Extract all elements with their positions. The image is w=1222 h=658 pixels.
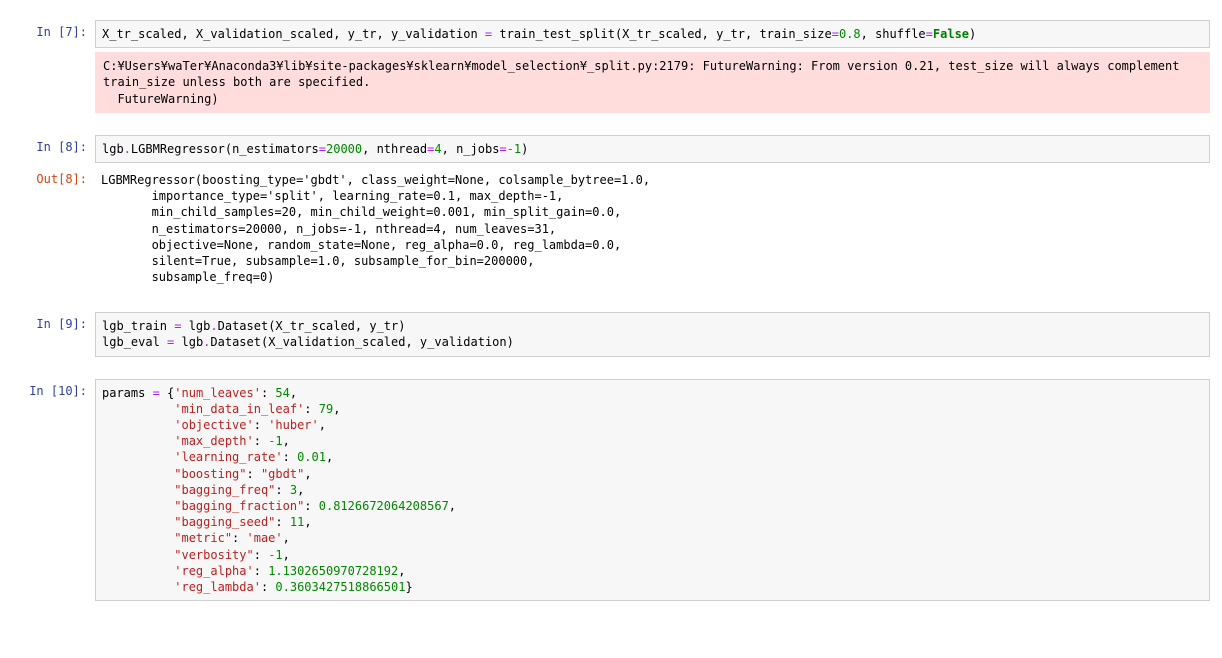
input-prompt: In [10]: [12,379,95,601]
code-token: "bagging_freq" [174,483,275,497]
code-token: lgb [174,335,203,349]
code-token: Dataset(X_tr_scaled, y_tr) [218,319,406,333]
cell-content: lgb.LGBMRegressor(n_estimators=20000, nt… [95,135,1210,163]
code-token: 54 [275,386,289,400]
code-token: 1.1302650970728192 [268,564,398,578]
code-token: 20000 [326,142,362,156]
code-token: "metric" [174,531,232,545]
code-token: X_tr_scaled, X_validation_scaled, y_tr, … [102,27,485,41]
code-token: 0.8126672064208567 [319,499,449,513]
code-token: 3 [290,483,297,497]
text-output: LGBMRegressor(boosting_type='gbdt', clas… [95,167,1210,290]
code-token: = [499,142,506,156]
code-token: 'min_data_in_leaf' [174,402,304,416]
code-token: "gbdt" [261,467,304,481]
input-prompt: In [8]: [12,135,95,163]
code-token: . [210,319,217,333]
empty-prompt [12,52,95,113]
input-prompt: In [7]: [12,20,95,48]
cell-8-output: Out[8]: LGBMRegressor(boosting_type='gbd… [0,167,1222,290]
code-token: 11 [290,515,304,529]
code-token: train_test_split(X_tr_scaled, y_tr, trai… [492,27,832,41]
code-token: 'objective' [174,418,253,432]
code-token: ) [969,27,976,41]
code-input[interactable]: lgb.LGBMRegressor(n_estimators=20000, nt… [95,135,1210,163]
code-token: 0.3603427518866501 [275,580,405,594]
cell-8: In [8]: lgb.LGBMRegressor(n_estimators=2… [0,135,1222,163]
code-input[interactable]: X_tr_scaled, X_validation_scaled, y_tr, … [95,20,1210,48]
code-token: "boosting" [174,467,246,481]
input-prompt: In [9]: [12,312,95,356]
code-token: - [507,142,514,156]
code-token: 'reg_alpha' [174,564,253,578]
code-token: 'max_depth' [174,434,253,448]
cell-content: lgb_train = lgb.Dataset(X_tr_scaled, y_t… [95,312,1210,356]
code-input[interactable]: lgb_train = lgb.Dataset(X_tr_scaled, y_t… [95,312,1210,356]
code-token: 1 [275,548,282,562]
code-token: , nthread [362,142,427,156]
code-token: } [405,580,412,594]
cell-9: In [9]: lgb_train = lgb.Dataset(X_tr_sca… [0,312,1222,356]
code-token: { [160,386,174,400]
code-token: 0.01 [297,450,326,464]
code-token: params [102,386,153,400]
code-token: = [319,142,326,156]
code-input[interactable]: params = {'num_leaves': 54, 'min_data_in… [95,379,1210,601]
cell-content: C:¥Users¥waTer¥Anaconda3¥lib¥site-packag… [95,52,1210,113]
code-token: , shuffle [861,27,926,41]
code-token: Dataset(X_validation_scaled, y_validatio… [210,335,513,349]
code-token: 'huber' [268,418,319,432]
code-token: , n_jobs [442,142,500,156]
code-token: "bagging_fraction" [174,499,304,513]
code-token: = [153,386,160,400]
cell-content: X_tr_scaled, X_validation_scaled, y_tr, … [95,20,1210,48]
code-token: LGBMRegressor(n_estimators [131,142,319,156]
code-token: . [124,142,131,156]
cell-10: In [10]: params = {'num_leaves': 54, 'mi… [0,379,1222,601]
code-token: "verbosity" [174,548,253,562]
code-token: ) [521,142,528,156]
code-token: 79 [319,402,333,416]
cell-content: params = {'num_leaves': 54, 'min_data_in… [95,379,1210,601]
code-token: = [832,27,839,41]
code-token: 0.8 [839,27,861,41]
code-token: 'learning_rate' [174,450,282,464]
code-token: 'mae' [247,531,283,545]
code-token: lgb_train [102,319,174,333]
code-token: lgb [181,319,210,333]
code-token: 'num_leaves' [174,386,261,400]
code-token: "bagging_seed" [174,515,275,529]
cell-7: In [7]: X_tr_scaled, X_validation_scaled… [0,20,1222,48]
code-token: = [926,27,933,41]
code-token: 4 [434,142,441,156]
warning-output: C:¥Users¥waTer¥Anaconda3¥lib¥site-packag… [95,52,1210,113]
output-prompt: Out[8]: [12,167,95,290]
cell-7-stderr: C:¥Users¥waTer¥Anaconda3¥lib¥site-packag… [0,52,1222,113]
code-token: False [933,27,969,41]
code-token: 1 [275,434,282,448]
cell-content: LGBMRegressor(boosting_type='gbdt', clas… [95,167,1210,290]
code-token: lgb_eval [102,335,167,349]
code-token: lgb [102,142,124,156]
code-token: 'reg_lambda' [174,580,261,594]
